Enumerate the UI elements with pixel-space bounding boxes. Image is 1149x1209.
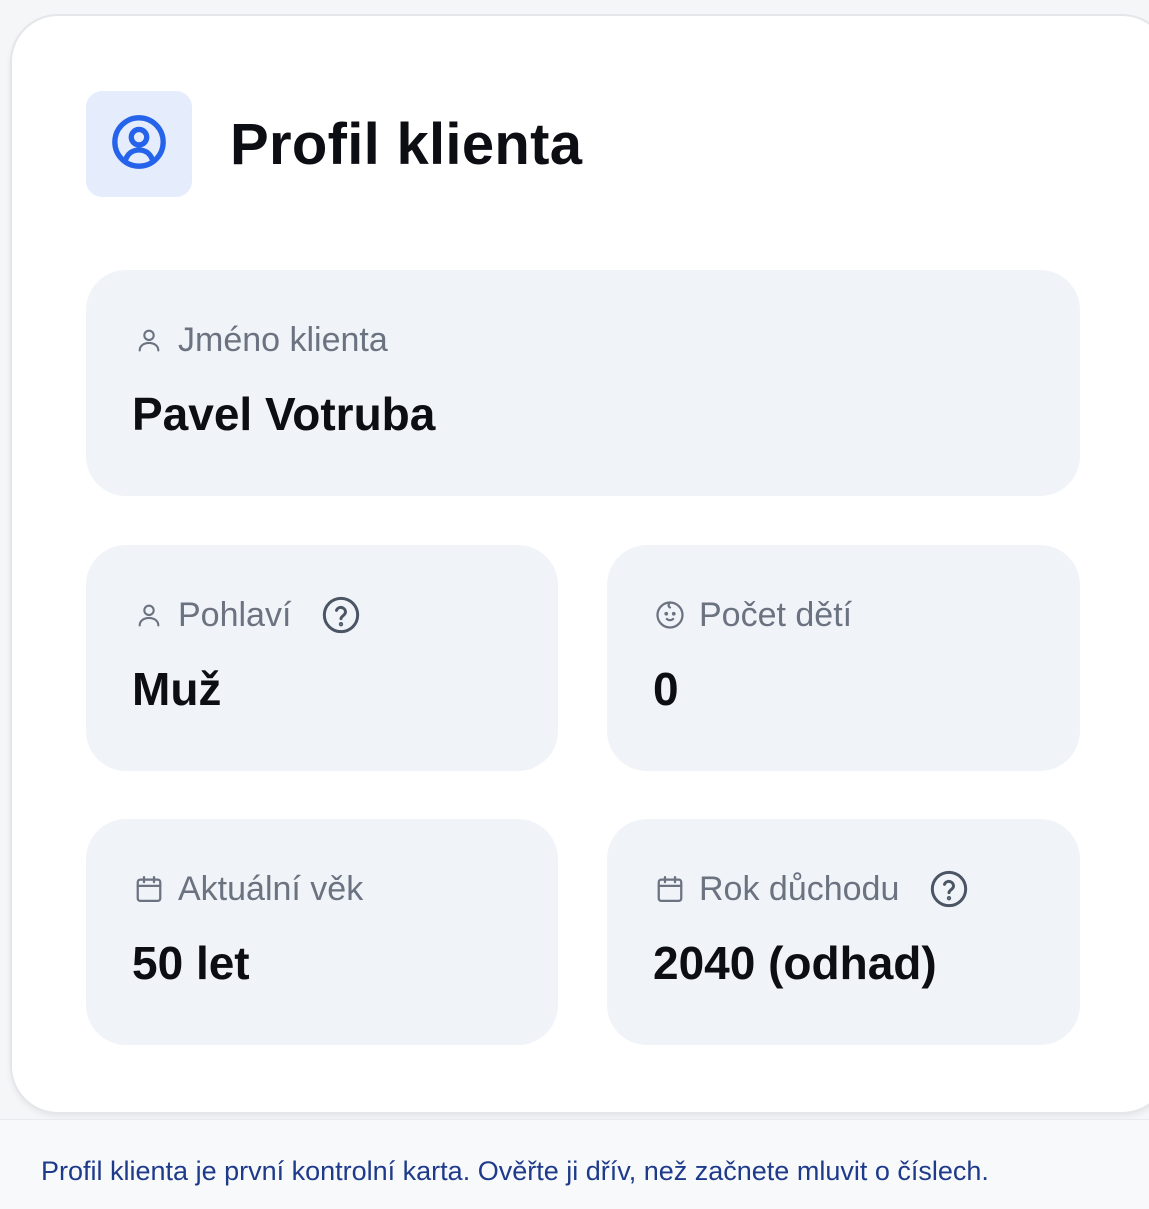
field-label-row: Jméno klienta	[134, 318, 388, 362]
field-client-name: Jméno klienta Pavel Votruba	[86, 270, 1080, 496]
page: Profil klienta Jméno klienta Pavel Votru…	[0, 0, 1149, 1209]
footer-text: Profil klienta je první kontrolní karta.…	[41, 1156, 989, 1186]
field-label-row: Pohlaví	[134, 593, 361, 637]
field-label: Aktuální věk	[178, 870, 364, 908]
header-icon-box	[86, 91, 192, 197]
field-current-age: Aktuální věk 50 let	[86, 819, 558, 1045]
user-icon	[134, 600, 164, 630]
field-retirement-year: Rok důchodu 2040 (odhad)	[607, 819, 1080, 1045]
field-value: 2040 (odhad)	[653, 937, 937, 989]
field-label: Rok důchodu	[699, 870, 900, 908]
help-circle-icon[interactable]	[929, 869, 969, 909]
field-label-row: Rok důchodu	[655, 867, 969, 911]
field-value: 0	[653, 663, 679, 715]
field-value: Muž	[132, 663, 222, 715]
field-value: Pavel Votruba	[132, 388, 436, 440]
baby-icon	[655, 600, 685, 630]
field-children-count: Počet dětí 0	[607, 545, 1080, 771]
footer-note: Profil klienta je první kontrolní karta.…	[0, 1119, 1149, 1209]
user-circle-icon	[110, 113, 168, 176]
calendar-icon	[655, 874, 685, 904]
client-profile-card: Profil klienta Jméno klienta Pavel Votru…	[10, 14, 1149, 1114]
card-title: Profil klienta	[230, 112, 583, 177]
field-label: Počet dětí	[699, 596, 853, 634]
field-value: 50 let	[132, 937, 250, 989]
calendar-icon	[134, 874, 164, 904]
field-label-row: Aktuální věk	[134, 867, 363, 911]
help-circle-icon[interactable]	[321, 595, 361, 635]
field-label: Jméno klienta	[178, 321, 388, 359]
field-gender: Pohlaví Muž	[86, 545, 558, 771]
field-label-row: Počet dětí	[655, 593, 852, 637]
user-icon	[134, 325, 164, 355]
field-label: Pohlaví	[178, 596, 292, 634]
